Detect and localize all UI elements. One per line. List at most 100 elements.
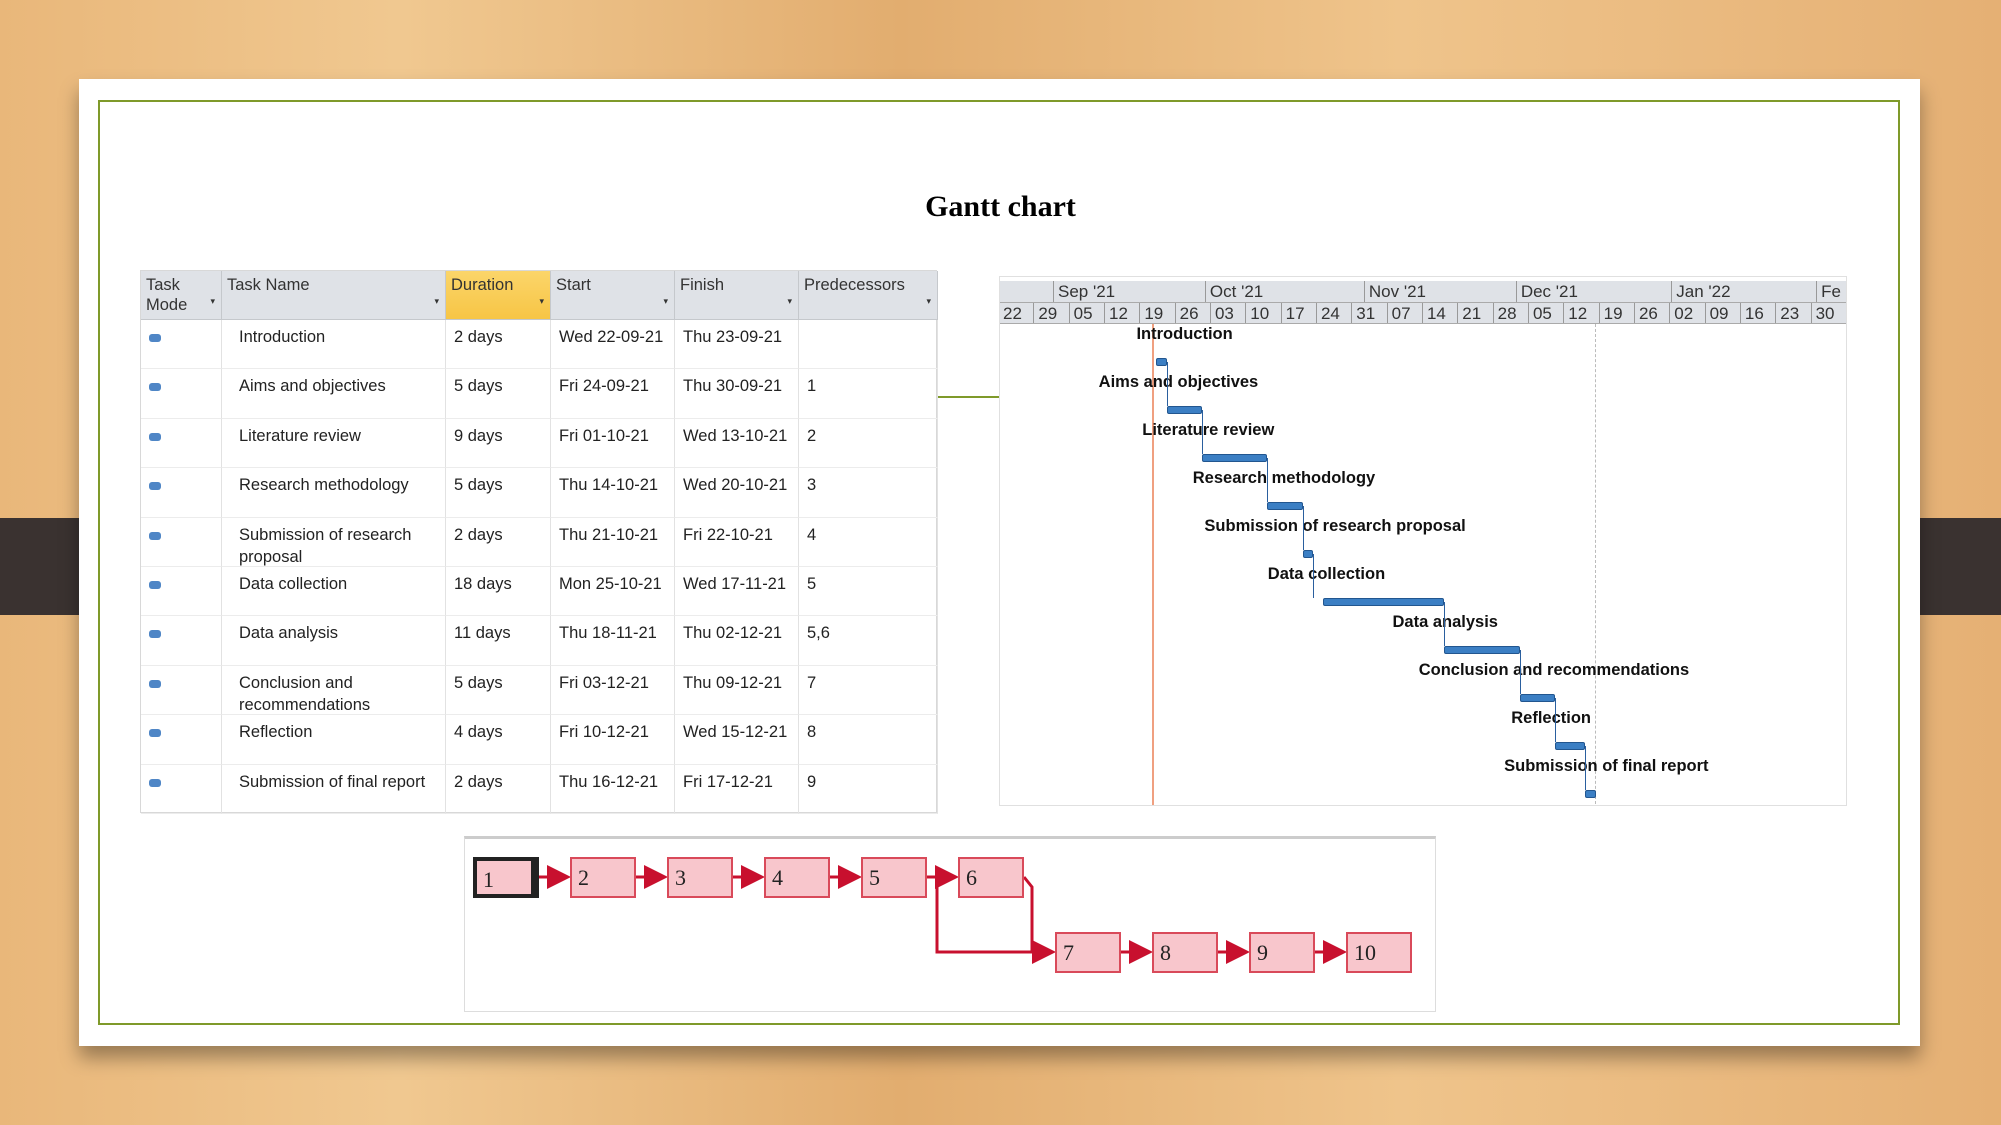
- network-node[interactable]: 5: [861, 857, 927, 898]
- cell-pred: 1: [799, 369, 938, 419]
- table-row[interactable]: Submission of final report 2 days Thu 16-1…: [141, 764, 938, 814]
- connector-line: [938, 396, 999, 398]
- dropdown-arrow-icon[interactable]: ▾: [787, 291, 792, 311]
- cell-finish: Wed 20-10-21: [675, 468, 799, 518]
- today-line: [1152, 324, 1154, 805]
- gantt-bar[interactable]: [1166, 406, 1202, 414]
- cell-start: Fri 03-12-21: [551, 665, 675, 716]
- task-mode-icon: [141, 715, 222, 765]
- cell-pred: 4: [799, 517, 938, 567]
- dropdown-arrow-icon[interactable]: ▾: [434, 291, 439, 311]
- week-label: 26: [1633, 303, 1669, 323]
- gantt-bar-label: Submission of research proposal: [1204, 517, 1466, 535]
- cell-pred: 5,6: [799, 616, 938, 666]
- page-title: Gantt chart: [925, 190, 1076, 223]
- dependency-arrow: [1302, 506, 1307, 550]
- network-node[interactable]: 8: [1152, 932, 1218, 973]
- gantt-bar[interactable]: [1267, 502, 1303, 510]
- dropdown-arrow-icon[interactable]: ▾: [539, 291, 544, 311]
- gantt-bar-label: Data collection: [1267, 565, 1386, 583]
- dependency-arrow: [1312, 554, 1317, 598]
- column-header-start[interactable]: Start ▾: [551, 271, 675, 320]
- gantt-bar[interactable]: [1519, 694, 1556, 702]
- column-header-pred[interactable]: Predecessors ▾: [799, 271, 938, 320]
- month-label: Nov '21: [1363, 281, 1516, 302]
- dropdown-arrow-icon[interactable]: ▾: [663, 291, 668, 311]
- cell-name: Submission of final report: [222, 764, 446, 814]
- cell-finish: Thu 30-09-21: [675, 369, 799, 419]
- network-node[interactable]: 1: [473, 857, 539, 898]
- table-row[interactable]: Reflection 4 days Fri 10-12-21 Wed 15-12-21…: [141, 715, 938, 765]
- cell-finish: Wed 15-12-21: [675, 715, 799, 765]
- cell-pred: 9: [799, 764, 938, 814]
- cell-start: Fri 10-12-21: [551, 715, 675, 765]
- dropdown-arrow-icon[interactable]: ▾: [926, 291, 931, 311]
- network-arrow: [1022, 876, 1034, 952]
- cell-duration: 2 days: [446, 517, 551, 567]
- table-row[interactable]: Research methodology 5 days Thu 14-10-21 We…: [141, 468, 938, 518]
- gantt-bar[interactable]: [1444, 646, 1520, 654]
- column-header-name[interactable]: Task Name ▾: [222, 271, 446, 320]
- gantt-bar[interactable]: [1585, 790, 1596, 798]
- cell-name: Conclusion and recommendations: [222, 665, 446, 716]
- network-node[interactable]: 2: [570, 857, 636, 898]
- table-row[interactable]: Submission of research proposal 2 days Thu…: [141, 517, 938, 567]
- task-mode-icon: [141, 764, 222, 814]
- gantt-bar[interactable]: [1555, 742, 1586, 750]
- cell-duration: 5 days: [446, 468, 551, 518]
- task-mode-icon: [141, 616, 222, 666]
- network-node[interactable]: 10: [1346, 932, 1412, 973]
- cell-start: Fri 01-10-21: [551, 418, 675, 469]
- network-node[interactable]: 7: [1055, 932, 1121, 973]
- dependency-arrow: [1555, 698, 1559, 742]
- table-row[interactable]: Data collection 18 days Mon 25-10-21 Wed 17…: [141, 567, 938, 617]
- week-label: 22: [1000, 303, 1033, 323]
- gantt-bar-label: Introduction: [1136, 325, 1233, 343]
- task-mode-icon: [141, 468, 222, 518]
- column-header-task-mode[interactable]: Task Mode ▾: [141, 271, 222, 320]
- task-mode-icon: [141, 320, 222, 370]
- table-row[interactable]: Conclusion and recommendations 5 days Fri …: [141, 665, 938, 716]
- network-node[interactable]: 9: [1249, 932, 1315, 973]
- cell-name: Data analysis: [222, 616, 446, 666]
- network-node[interactable]: 4: [764, 857, 830, 898]
- month-label: Fe: [1816, 281, 1846, 302]
- table-row[interactable]: Data analysis 11 days Thu 18-11-21 Thu 02-1…: [141, 616, 938, 666]
- cell-name: Introduction: [222, 320, 446, 370]
- cell-start: Thu 16-12-21: [551, 764, 675, 814]
- table-row[interactable]: Literature review 9 days Fri 01-10-21 Wed 1…: [141, 418, 938, 469]
- table-row[interactable]: Aims and objectives 5 days Fri 24-09-21 Thu…: [141, 369, 938, 419]
- cell-name: Research methodology: [222, 468, 446, 518]
- cell-name: Aims and objectives: [222, 369, 446, 419]
- column-header-finish[interactable]: Finish ▾: [675, 271, 799, 320]
- network-node[interactable]: 6: [958, 857, 1024, 898]
- gantt-bar[interactable]: [1302, 550, 1313, 558]
- cell-pred: 5: [799, 567, 938, 617]
- task-mode-icon: [141, 369, 222, 419]
- network-diagram: 1 2 3 4 5 6 7 8 9 10: [464, 836, 1436, 1012]
- gantt-bar[interactable]: [1323, 598, 1445, 606]
- gantt-bar[interactable]: [1201, 454, 1268, 462]
- dependency-arrow: [1166, 362, 1171, 406]
- week-label: 26: [1174, 303, 1210, 323]
- cell-name: Literature review: [222, 418, 446, 469]
- table-row[interactable]: Introduction 2 days Wed 22-09-21 Thu 23-09-…: [141, 320, 938, 370]
- network-node[interactable]: 3: [667, 857, 733, 898]
- dropdown-arrow-icon[interactable]: ▾: [210, 291, 215, 311]
- dependency-arrow: [1267, 458, 1271, 502]
- month-label: Sep '21: [1052, 281, 1205, 302]
- dashed-marker-line: [1595, 324, 1596, 805]
- month-label: Oct '21: [1204, 281, 1364, 302]
- dependency-arrow: [1444, 602, 1448, 646]
- week-label: 07: [1386, 303, 1422, 323]
- gantt-bar[interactable]: [1156, 358, 1167, 366]
- cell-start: Mon 25-10-21: [551, 567, 675, 617]
- gantt-bar-label: Aims and objectives: [1098, 373, 1259, 391]
- week-label: 19: [1598, 303, 1634, 323]
- gantt-bar-label: Submission of final report: [1504, 757, 1709, 775]
- column-header-duration[interactable]: Duration ▾: [446, 271, 551, 320]
- week-label: 23: [1775, 303, 1810, 323]
- cell-name: Data collection: [222, 567, 446, 617]
- cell-duration: 2 days: [446, 764, 551, 814]
- month-label: Jan '22: [1671, 281, 1816, 302]
